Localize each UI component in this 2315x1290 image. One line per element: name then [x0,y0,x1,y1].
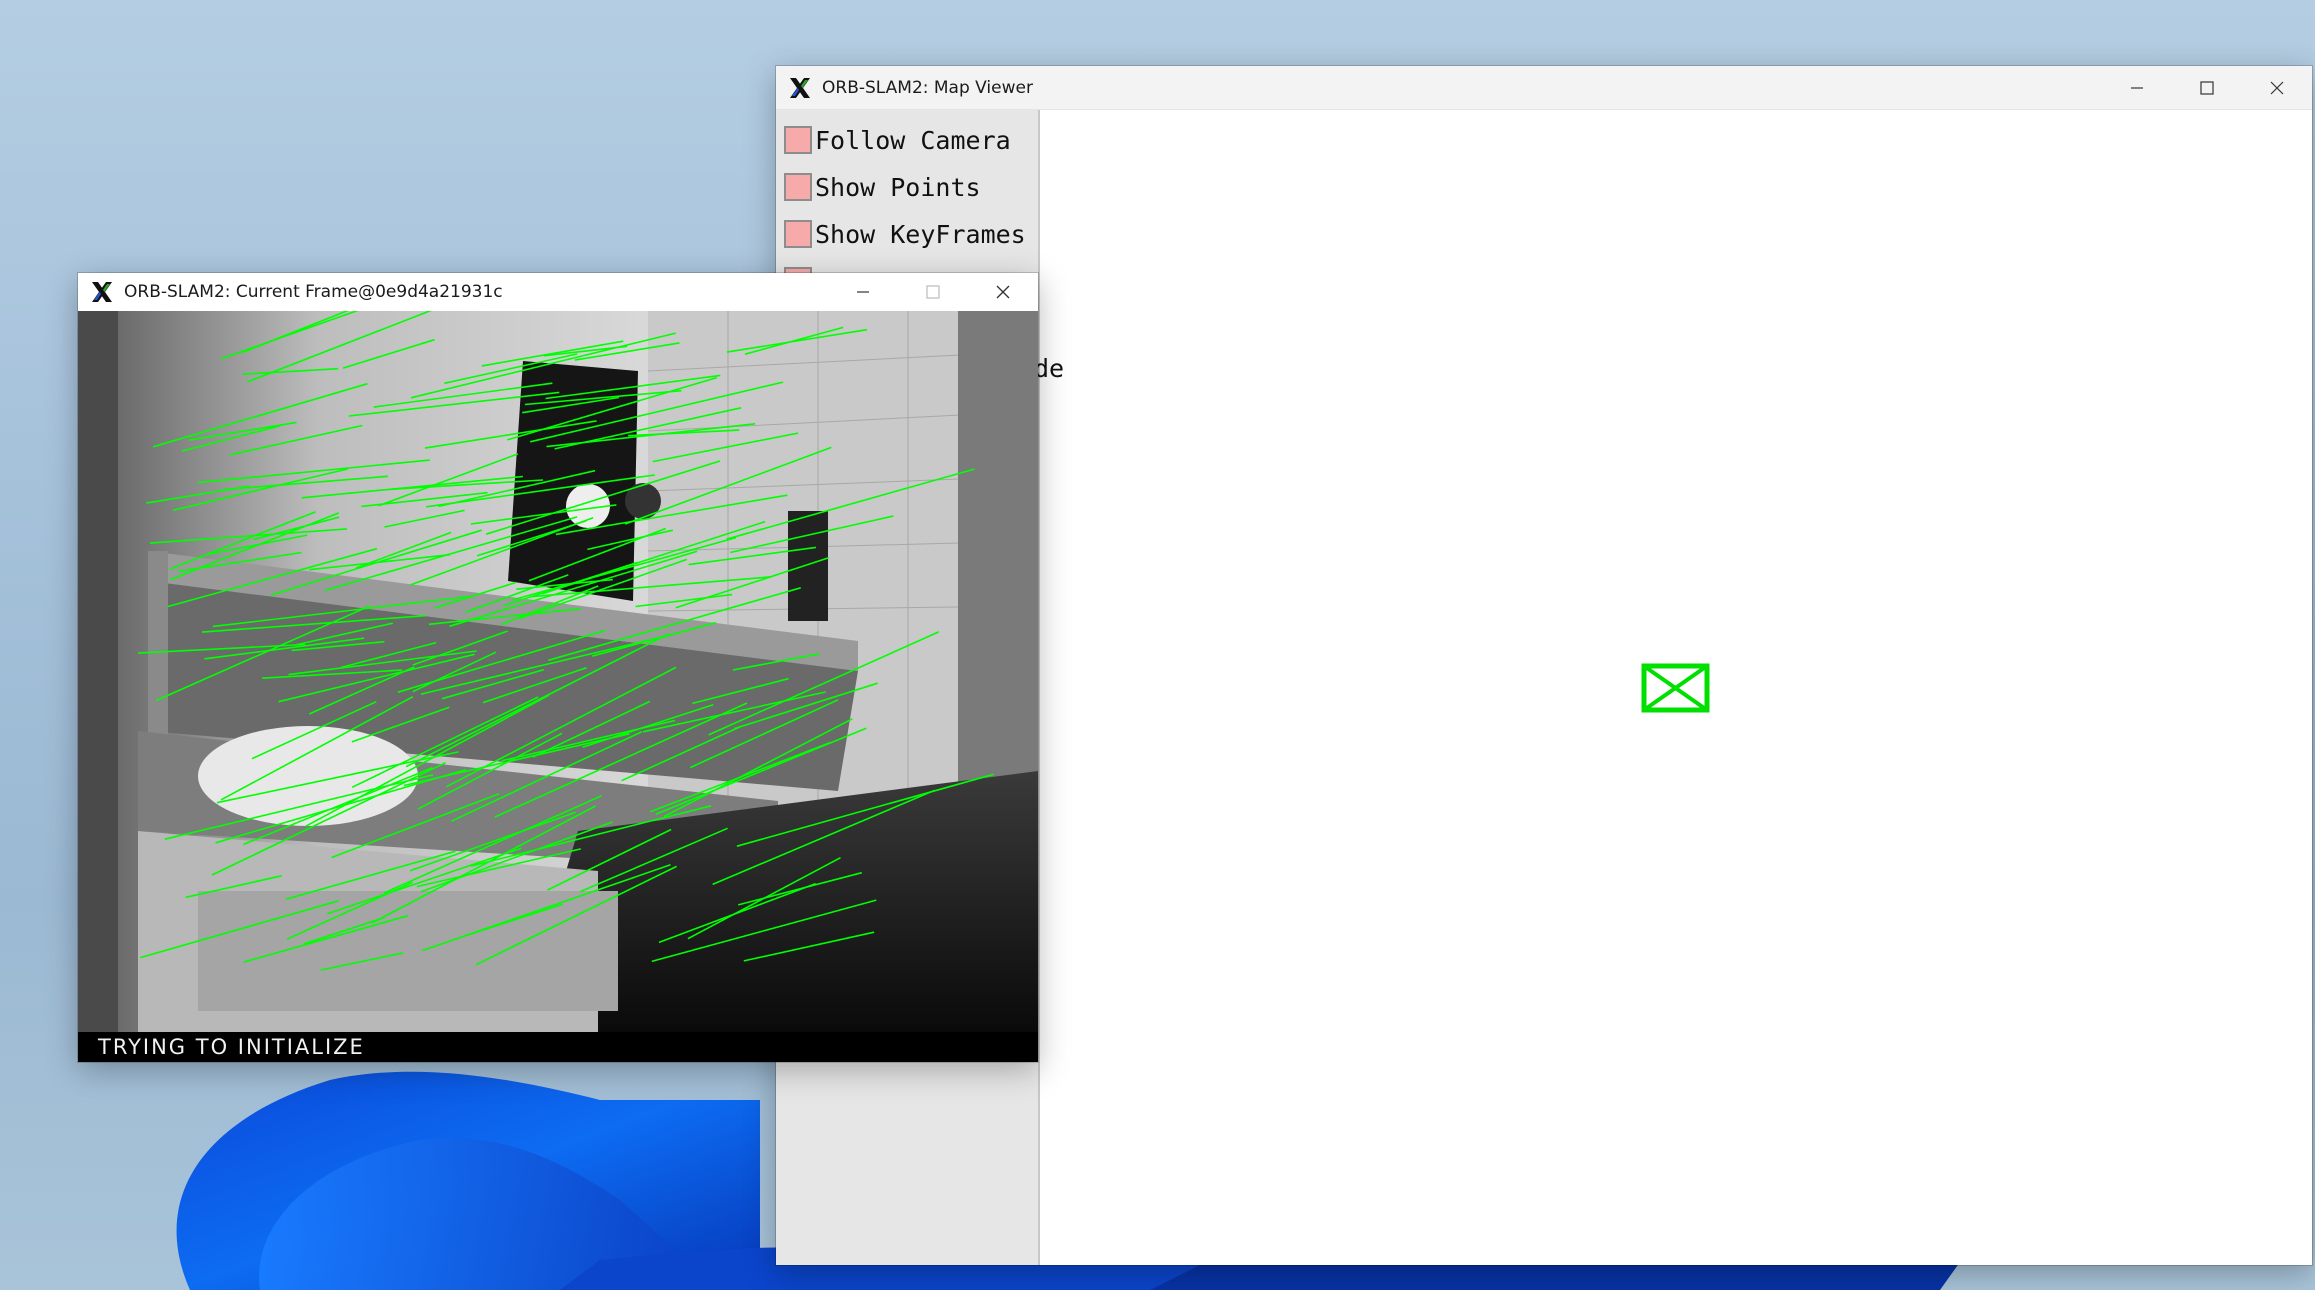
option-label: Follow Camera [815,125,1011,155]
show-points-checkbox[interactable] [784,173,812,201]
window-title: ORB-SLAM2: Map Viewer [822,77,1033,98]
maximize-button[interactable] [2172,66,2242,110]
x-app-icon [786,74,814,102]
current-camera-icon [1641,663,1710,713]
show-keyframes-checkbox[interactable] [784,220,812,248]
current-frame-window: ORB-SLAM2: Current Frame@0e9d4a21931c TR… [78,273,1038,1062]
camera-frame-view: TRYING TO INITIALIZE [78,311,1038,1062]
follow-camera-checkbox[interactable] [784,126,812,154]
tracking-status-bar: TRYING TO INITIALIZE [78,1032,1038,1062]
maximize-button [898,273,968,311]
current-frame-titlebar[interactable]: ORB-SLAM2: Current Frame@0e9d4a21931c [78,273,1038,311]
x-app-icon [88,278,116,306]
option-follow-camera[interactable]: Follow Camera [784,124,1011,156]
option-show-keyframes[interactable]: Show KeyFrames [784,218,1026,250]
option-label: Show Points [815,172,981,202]
option-label-partial: de [1034,354,1065,383]
option-label: Show KeyFrames [815,219,1026,249]
maximize-icon [926,285,940,299]
map-viewer-titlebar[interactable]: ORB-SLAM2: Map Viewer [776,66,2312,110]
close-button[interactable] [968,273,1038,311]
close-icon [2270,81,2284,95]
minimize-button[interactable] [828,273,898,311]
minimize-icon [2131,87,2143,89]
tracking-status: TRYING TO INITIALIZE [98,1035,365,1059]
camera-frame-image [78,311,1038,1032]
minimize-button[interactable] [2102,66,2172,110]
minimize-icon [857,291,869,293]
option-show-points[interactable]: Show Points [784,171,981,203]
maximize-icon [2200,81,2214,95]
close-button[interactable] [2242,66,2312,110]
close-icon [996,285,1010,299]
window-title: ORB-SLAM2: Current Frame@0e9d4a21931c [124,282,503,302]
